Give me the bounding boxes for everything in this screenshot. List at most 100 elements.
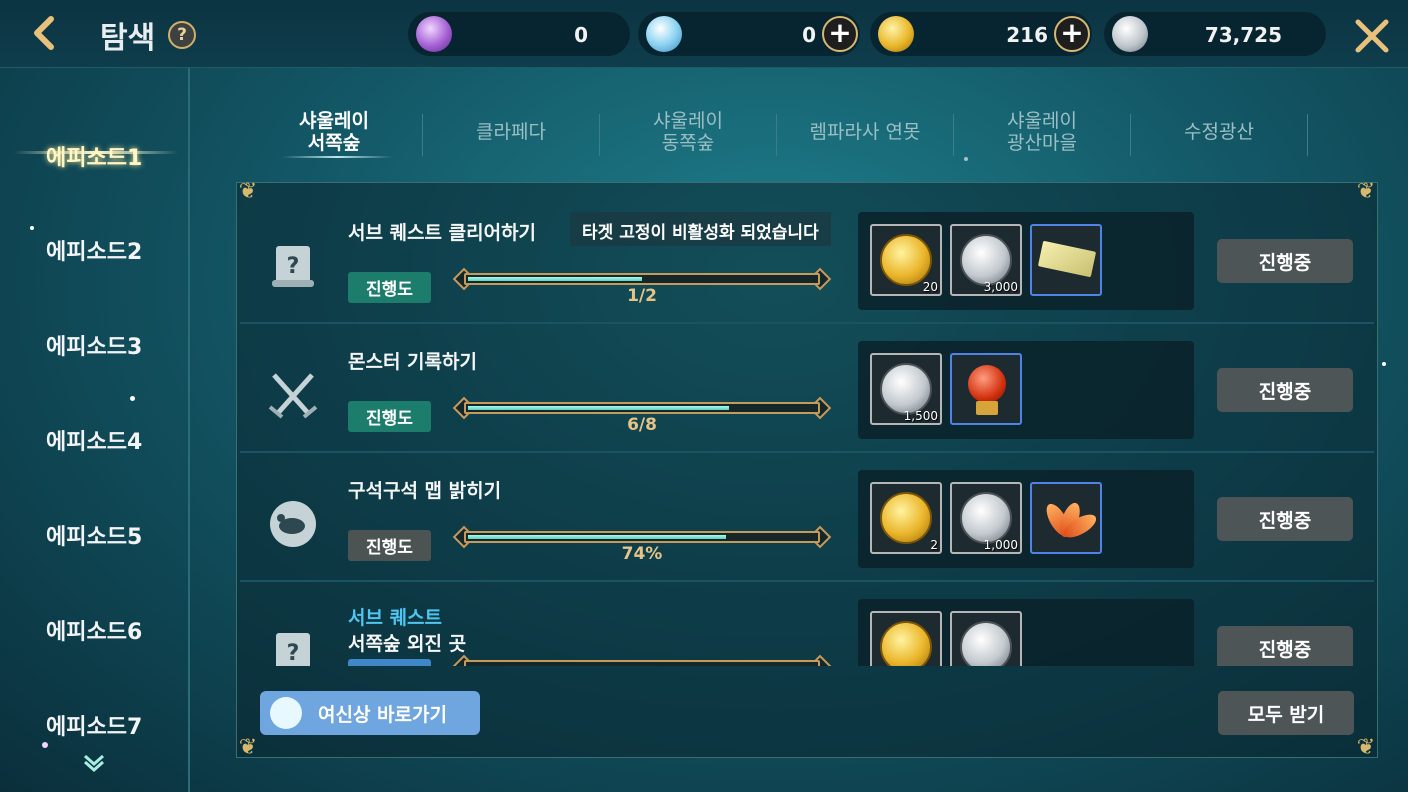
purple-gem-icon <box>416 16 452 52</box>
close-icon <box>1355 19 1389 53</box>
svg-text:?: ? <box>287 641 300 666</box>
corner-ornament-icon: ❦ <box>238 735 258 760</box>
quest-row: 구석구석 맵 밝히기 진행도 74% 2 1,000 진행중 <box>240 454 1374 582</box>
currency-value: 0 <box>802 23 816 47</box>
reward-silver-coin[interactable] <box>950 611 1022 666</box>
quest-status-button[interactable]: 진행중 <box>1217 368 1353 412</box>
reward-silver-coin[interactable]: 1,000 <box>950 482 1022 554</box>
quest-scroll-icon: ? <box>272 246 314 287</box>
reward-count: 1,000 <box>983 538 1018 552</box>
ticket-icon <box>1037 240 1097 278</box>
tab-klaipeda[interactable]: 클라페다 <box>423 104 599 160</box>
quest-category: 서브 퀘스트 <box>348 607 443 629</box>
sparkle <box>30 226 34 230</box>
tab-divider <box>1307 114 1308 156</box>
map-explore-icon <box>270 501 316 547</box>
top-bar: 탐색 ? 0 0 + 216 + 73,725 <box>0 0 1408 68</box>
progress-badge <box>348 659 431 666</box>
episode-1-tab[interactable]: 에피소드1 <box>46 140 142 172</box>
progress-fill <box>468 406 729 410</box>
sparkle <box>130 396 135 401</box>
goddess-icon <box>270 697 302 729</box>
silver-coin-icon <box>960 234 1012 286</box>
currency-value: 216 <box>1006 23 1048 47</box>
quest-status-button[interactable]: 진행중 <box>1217 626 1353 666</box>
gold-coin-icon <box>878 16 914 52</box>
red-gem-icon <box>968 365 1006 403</box>
chevron-left-icon <box>34 16 54 50</box>
sparkle <box>964 157 968 161</box>
add-blue-crystal-button[interactable]: + <box>822 16 858 52</box>
silver-coin-icon <box>960 621 1012 666</box>
progress-fill <box>468 535 726 539</box>
silver-coin-icon <box>1112 16 1148 52</box>
reward-gold-coin[interactable] <box>870 611 942 666</box>
reward-gold-coin[interactable]: 20 <box>870 224 942 296</box>
gold-coin-icon <box>880 234 932 286</box>
episode-4-tab[interactable]: 에피소드4 <box>46 424 142 456</box>
sparkle <box>1382 362 1386 366</box>
progress-text: 6/8 <box>627 415 657 435</box>
episode-3-tab[interactable]: 에피소드3 <box>46 329 142 361</box>
claim-all-button[interactable]: 모두 받기 <box>1218 691 1354 735</box>
progress-bar <box>452 654 832 666</box>
reward-count: 1,500 <box>903 409 938 423</box>
gold-coin-icon <box>880 492 932 544</box>
tab-crystal-mine[interactable]: 수정광산 <box>1131 104 1307 160</box>
quest-row: 몬스터 기록하기 진행도 6/8 1,500 진행중 <box>240 325 1374 453</box>
currency-blue-crystal: 0 + <box>638 12 860 56</box>
quest-status-button[interactable]: 진행중 <box>1217 497 1353 541</box>
close-button[interactable] <box>1352 16 1392 56</box>
quest-scroll-icon: ? <box>276 633 310 666</box>
quest-status-button[interactable]: 진행중 <box>1217 239 1353 283</box>
quest-name: 몬스터 기록하기 <box>348 351 477 373</box>
reward-ticket[interactable] <box>1030 224 1102 296</box>
crossed-swords-icon <box>268 373 318 419</box>
quest-row: ? 서브 퀘스트 클리어하기 타겟 고정이 비활성화 되었습니다 진행도 1/2… <box>240 196 1374 324</box>
episode-sidebar: 에피소드1 에피소드2 에피소드3 에피소드4 에피소드5 에피소드6 에피소드… <box>0 68 190 792</box>
target-lock-notice: 타겟 고정이 비활성화 되었습니다 <box>570 212 831 246</box>
progress-badge: 진행도 <box>348 401 431 432</box>
currency-value: 73,725 <box>1204 23 1282 47</box>
gem-stand <box>976 401 998 415</box>
sparkle <box>42 742 48 748</box>
active-tab-underline <box>282 156 392 158</box>
blue-crystal-icon <box>646 16 682 52</box>
progress-fill <box>468 277 642 281</box>
add-gold-button[interactable]: + <box>1054 16 1090 52</box>
episode-2-tab[interactable]: 에피소드2 <box>46 234 142 266</box>
episode-6-tab[interactable]: 에피소드6 <box>46 614 142 646</box>
episode-5-tab[interactable]: 에피소드5 <box>46 519 142 551</box>
region-tabs: 샤울레이 서쪽숲 클라페다 샤울레이 동쪽숲 렘파라사 연못 샤울레이 광산마을… <box>246 104 1376 160</box>
currency-silver-coin: 73,725 <box>1104 12 1326 56</box>
currency-purple-gem: 0 <box>408 12 630 56</box>
quest-row: ? 서브 퀘스트 서쪽숲 외진 곳 진행중 <box>240 583 1374 666</box>
progress-text: 1/2 <box>627 286 657 306</box>
currency-value: 0 <box>574 23 588 47</box>
reward-leaves[interactable] <box>1030 482 1102 554</box>
corner-ornament-icon: ❦ <box>1356 735 1376 760</box>
episode-7-tab[interactable]: 에피소드7 <box>46 709 142 741</box>
back-button[interactable] <box>26 14 62 52</box>
reward-silver-coin[interactable]: 3,000 <box>950 224 1022 296</box>
goddess-statue-shortcut-button[interactable]: 여신상 바로가기 <box>260 691 480 735</box>
gold-coin-icon <box>880 621 932 666</box>
reward-box: 20 3,000 <box>858 212 1194 310</box>
quest-list[interactable]: ? 서브 퀘스트 클리어하기 타겟 고정이 비활성화 되었습니다 진행도 1/2… <box>240 196 1374 666</box>
reward-gold-coin[interactable]: 2 <box>870 482 942 554</box>
reward-count: 2 <box>930 538 938 552</box>
tab-mining-village[interactable]: 샤울레이 광산마을 <box>954 104 1130 160</box>
page-title: 탐색 <box>100 21 156 56</box>
scroll-down-icon[interactable] <box>82 752 106 774</box>
tab-lemprasa-pond[interactable]: 렘파라사 연못 <box>777 104 953 160</box>
progress-text: 74% <box>621 544 663 564</box>
reward-silver-coin[interactable]: 1,500 <box>870 353 942 425</box>
currency-gold-coin: 216 + <box>870 12 1092 56</box>
reward-red-gem[interactable] <box>950 353 1022 425</box>
reward-count: 3,000 <box>983 280 1018 294</box>
help-icon[interactable]: ? <box>168 21 196 49</box>
progress-badge: 진행도 <box>348 272 431 303</box>
tab-east-forest[interactable]: 샤울레이 동쪽숲 <box>600 104 776 160</box>
goddess-button-label: 여신상 바로가기 <box>318 703 447 726</box>
tab-west-forest[interactable]: 샤울레이 서쪽숲 <box>246 104 422 160</box>
